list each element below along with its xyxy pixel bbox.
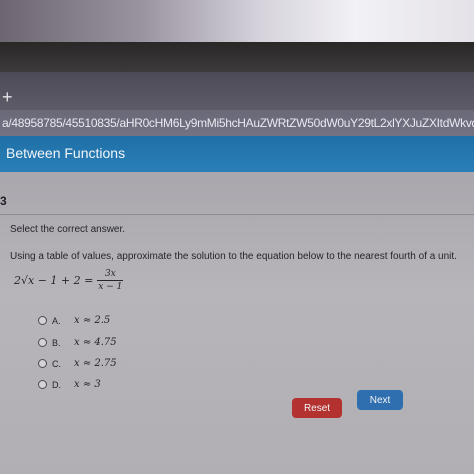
site-header: Between Functions	[0, 136, 474, 172]
option-d[interactable]: D. x ≈ 3	[38, 379, 101, 390]
monitor-bezel	[0, 42, 474, 72]
question-prompt: Using a table of values, approximate the…	[10, 251, 457, 262]
page-title: Between Functions	[6, 145, 126, 161]
option-value: x ≈ 3	[74, 379, 101, 390]
divider	[0, 214, 474, 215]
url-text: a/48958785/45510835/aHR0cHM6Ly9mMi5hcHAu…	[2, 116, 474, 130]
option-c[interactable]: C. x ≈ 2.75	[38, 358, 117, 369]
browser-tabstrip	[0, 72, 474, 112]
option-letter: B.	[52, 337, 61, 348]
new-tab-button[interactable]: +	[2, 88, 13, 106]
question-number: 3	[0, 194, 7, 208]
option-value: x ≈ 2.75	[74, 358, 117, 369]
option-value: x ≈ 2.5	[74, 315, 111, 326]
fraction-bar	[97, 280, 124, 281]
radio-a[interactable]	[38, 316, 47, 325]
option-value: x ≈ 4.75	[74, 337, 117, 348]
option-letter: A.	[52, 315, 61, 326]
equation: 2√x − 1 + 2 = 3x x − 1	[14, 269, 124, 292]
fraction-numerator: 3x	[104, 269, 116, 279]
equation-left: 2√x − 1 + 2 =	[14, 274, 94, 287]
next-button[interactable]: Next	[357, 390, 403, 410]
radio-d[interactable]	[38, 380, 47, 389]
option-letter: D.	[52, 379, 61, 390]
reset-button[interactable]: Reset	[292, 398, 342, 418]
option-letter: C.	[52, 358, 61, 369]
radio-b[interactable]	[38, 338, 47, 347]
option-a[interactable]: A. x ≈ 2.5	[38, 315, 110, 326]
question-panel: 3 Select the correct answer. Using a tab…	[0, 172, 474, 474]
option-b[interactable]: B. x ≈ 4.75	[38, 337, 117, 348]
instruction-text: Select the correct answer.	[10, 224, 126, 235]
equation-fraction: 3x x − 1	[97, 269, 124, 292]
address-bar[interactable]: a/48958785/45510835/aHR0cHM6Ly9mMi5hcHAu…	[0, 110, 474, 136]
radio-c[interactable]	[38, 359, 47, 368]
fraction-denominator: x − 1	[98, 282, 123, 292]
